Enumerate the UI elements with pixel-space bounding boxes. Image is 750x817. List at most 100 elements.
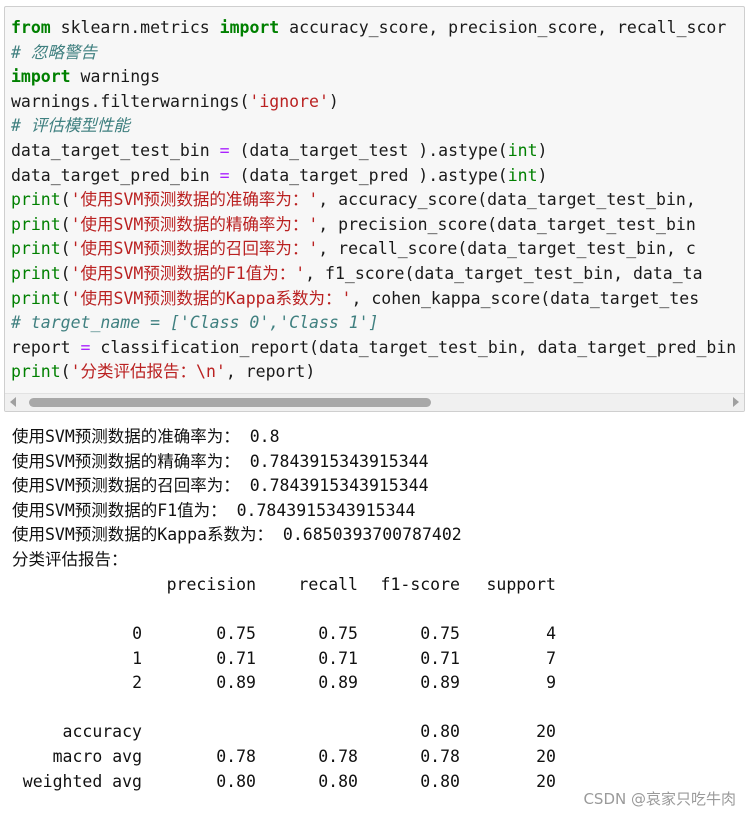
output-line: 使用SVM预测数据的召回率为： 0.7843915343915344 <box>12 476 429 496</box>
report-row-label: weighted avg <box>22 771 142 791</box>
report-cell: 7 <box>546 648 556 668</box>
scroll-left-arrow-icon[interactable] <box>10 397 16 407</box>
code-token: print <box>11 288 61 308</box>
output-area: 使用SVM预测数据的准确率为： 0.8 使用SVM预测数据的精确率为： 0.784… <box>12 425 462 573</box>
code-token: # 忽略警告 <box>11 42 97 62</box>
code-token: ( <box>60 239 71 259</box>
report-row-label <box>12 695 142 720</box>
report-cell: 0.89 <box>420 673 460 693</box>
code-token: classification_report(data_target_test_b… <box>90 337 737 357</box>
output-line: 分类评估报告： <box>12 549 128 569</box>
report-cell: 0.78 <box>420 746 460 766</box>
code-token: ( <box>60 214 71 234</box>
code-token: sklearn.metrics <box>50 18 220 37</box>
code-token: int <box>507 165 538 185</box>
report-cell <box>256 720 358 745</box>
code-token: ( <box>60 288 71 308</box>
code-token: '使用SVM预测数据的精确率为：' <box>70 214 319 234</box>
report-cell <box>358 695 460 720</box>
code-token: (data_target_test ).astype( <box>229 140 508 160</box>
code-token: print <box>11 239 61 259</box>
report-header-cell: support <box>486 574 556 594</box>
report-header-cell: f1-score <box>380 574 460 594</box>
code-line: report = classification_report(data_targ… <box>11 336 736 361</box>
report-cell: 20 <box>536 746 556 766</box>
report-row <box>12 695 556 720</box>
code-token: = <box>219 140 230 160</box>
code-token: , recall_score(data_target_test_bin, c <box>318 239 696 259</box>
classification-report-table: precision recall f1-score support 0 0.75 0.75… <box>12 572 556 793</box>
code-token: warnings.filterwarnings( <box>11 91 250 111</box>
code-token: '使用SVM预测数据的召回率为：' <box>70 239 319 259</box>
code-token: int <box>507 140 538 160</box>
code-line: data_target_test_bin = (data_target_test… <box>11 139 736 164</box>
report-cell <box>142 720 256 745</box>
output-line: 使用SVM预测数据的Kappa系数为： 0.6850393700787402 <box>12 525 462 545</box>
report-cell <box>142 695 256 720</box>
code-token: data_target_pred_bin <box>11 165 220 185</box>
csdn-watermark: CSDN @哀家只吃牛肉 <box>583 790 736 808</box>
report-cell <box>460 695 556 720</box>
code-token: data_target_test_bin <box>11 140 220 160</box>
report-cell: 0.80 <box>216 771 256 791</box>
report-cell: 0.75 <box>420 623 460 643</box>
scrollbar-thumb[interactable] <box>29 398 431 407</box>
report-header-cell <box>12 572 142 597</box>
code-token: ) <box>537 140 548 160</box>
code-token: accuracy_score, precision_score, recall_… <box>279 18 727 37</box>
horizontal-scrollbar[interactable] <box>5 393 744 411</box>
code-token: 'ignore' <box>249 91 329 111</box>
report-row: 1 0.71 0.71 0.71 7 <box>12 646 556 671</box>
code-token: print <box>11 362 61 382</box>
report-cell: 0.75 <box>318 623 358 643</box>
code-token: '分类评估报告：\n' <box>70 362 226 382</box>
code-token: ) <box>537 165 548 185</box>
report-cell: 0.89 <box>318 673 358 693</box>
code-line: print('使用SVM预测数据的精确率为：', precision_score… <box>11 213 736 238</box>
code-token: ( <box>60 263 71 283</box>
code-line: data_target_pred_bin = (data_target_pred… <box>11 164 736 189</box>
code-line: # 评估模型性能 <box>11 114 736 139</box>
report-cell: 0.71 <box>420 648 460 668</box>
report-row: 0 0.75 0.75 0.75 4 <box>12 621 556 646</box>
report-row-label: 1 <box>132 648 142 668</box>
code-token: ( <box>60 362 71 382</box>
report-cell: 0.80 <box>420 722 460 742</box>
code-token: , f1_score(data_target_test_bin, data_ta <box>305 263 703 283</box>
output-line: 使用SVM预测数据的F1值为： 0.7843915343915344 <box>12 500 416 520</box>
code-line: print('使用SVM预测数据的Kappa系数为：', cohen_kappa… <box>11 287 736 312</box>
code-token: , report) <box>225 362 316 382</box>
code-token: = <box>219 165 230 185</box>
report-cell: 20 <box>536 722 556 742</box>
report-cell: 0.80 <box>420 771 460 791</box>
code-line: from sklearn.metrics import accuracy_sco… <box>11 16 736 41</box>
code-line: print('使用SVM预测数据的F1值为：', f1_score(data_t… <box>11 262 736 287</box>
code-token: '使用SVM预测数据的准确率为：' <box>70 190 319 210</box>
report-cell: 0.78 <box>216 746 256 766</box>
code-line: print('使用SVM预测数据的召回率为：', recall_score(da… <box>11 237 736 262</box>
report-cell: 0.75 <box>216 623 256 643</box>
output-line: 使用SVM预测数据的准确率为： 0.8 <box>12 427 280 446</box>
report-header-cell: recall <box>298 574 358 594</box>
report-row: macro avg 0.78 0.78 0.78 20 <box>12 744 556 769</box>
code-line: print('使用SVM预测数据的准确率为：', accuracy_score(… <box>11 188 736 213</box>
code-cell[interactable]: from sklearn.metrics import accuracy_sco… <box>4 6 745 412</box>
report-header-row: precision recall f1-score support <box>12 572 556 597</box>
report-cell: 0.80 <box>318 771 358 791</box>
report-row: accuracy 0.80 20 <box>12 720 556 745</box>
code-token: , accuracy_score(data_target_test_bin, <box>318 190 696 210</box>
report-cell: 0.71 <box>318 648 358 668</box>
report-cell: 0.89 <box>216 673 256 693</box>
report-cell: 9 <box>546 673 556 693</box>
report-cell: 0.78 <box>318 746 358 766</box>
scroll-right-arrow-icon[interactable] <box>733 397 739 407</box>
report-cell: 0.71 <box>216 648 256 668</box>
code-token: , precision_score(data_target_test_bin <box>318 214 696 234</box>
code-token: report <box>11 337 81 357</box>
code-token: import <box>219 18 280 37</box>
report-row-label: 2 <box>132 673 142 693</box>
code-line: print('分类评估报告：\n', report) <box>11 360 736 385</box>
code-block[interactable]: from sklearn.metrics import accuracy_sco… <box>11 16 736 385</box>
code-token: import <box>11 67 71 87</box>
report-spacer-row <box>12 597 556 622</box>
